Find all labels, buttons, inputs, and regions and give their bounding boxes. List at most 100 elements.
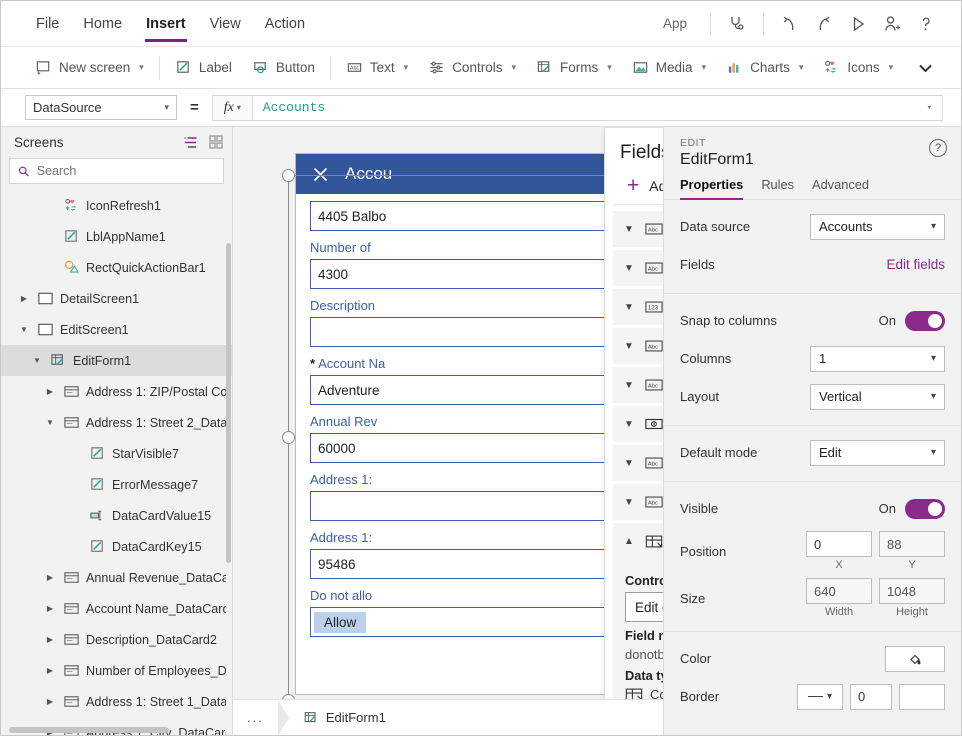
- formula-input[interactable]: Accounts ▾: [251, 94, 943, 121]
- tree-toggle[interactable]: ▶: [43, 635, 57, 644]
- tab-advanced[interactable]: Advanced: [812, 177, 869, 199]
- tree-node-address-1-zip-postal-code[interactable]: ▶ Address 1: ZIP/Postal Code_: [1, 376, 232, 407]
- tree-node-editscreen1[interactable]: ▼ EditScreen1: [1, 314, 232, 345]
- tree-toggle[interactable]: ▶: [43, 604, 57, 613]
- collapse-arrow-icon[interactable]: ▼: [33, 356, 41, 365]
- form-field-value[interactable]: 60000: [310, 433, 610, 463]
- color-picker-button[interactable]: [885, 645, 945, 672]
- fx-button[interactable]: fx ▾: [211, 94, 252, 121]
- tree-toggle[interactable]: ▶: [17, 294, 31, 303]
- menu-item-home[interactable]: Home: [72, 12, 133, 36]
- ribbon-label[interactable]: Label: [165, 55, 242, 80]
- tree-horizontal-scrollbar[interactable]: [9, 727, 169, 733]
- chevron-down-icon[interactable]: ▼: [624, 497, 636, 508]
- tree-toggle[interactable]: ▶: [43, 666, 57, 675]
- tree-toggle[interactable]: ▼: [43, 418, 57, 427]
- help-icon[interactable]: ?: [929, 139, 947, 157]
- close-icon[interactable]: [312, 166, 329, 183]
- chevron-down-icon[interactable]: ▼: [624, 302, 636, 313]
- expand-arrow-icon[interactable]: ▶: [47, 697, 53, 706]
- tree-node-description-datacard2[interactable]: ▶ Description_DataCard2: [1, 624, 232, 655]
- border-width-input[interactable]: 0: [850, 683, 892, 710]
- tree-node-number-of-employees-data[interactable]: ▶ Number of Employees_Data: [1, 655, 232, 686]
- add-field-button[interactable]: + Add field ⋯: [613, 170, 663, 205]
- ribbon-overflow[interactable]: [903, 58, 944, 78]
- tree-toggle[interactable]: ▶: [43, 387, 57, 396]
- field-item-description[interactable]: ▼AbcDescription: [613, 328, 663, 364]
- form-field-value[interactable]: 4300: [310, 259, 610, 289]
- border-style-select[interactable]: ▾: [797, 683, 843, 710]
- ribbon-button[interactable]: Button: [242, 55, 325, 80]
- tree-node-address-1-street-1-datacar[interactable]: ▶ Address 1: Street 1_DataCar: [1, 686, 232, 717]
- form-field-value[interactable]: 4405 Balbo: [310, 201, 610, 231]
- ribbon-new-screen[interactable]: New screen ▾: [25, 55, 154, 80]
- layout-select[interactable]: Vertical ▾: [810, 383, 945, 410]
- redo-icon[interactable]: [807, 9, 841, 39]
- resize-handle-middle-left[interactable]: [282, 431, 295, 444]
- tree-view-icon[interactable]: [183, 136, 198, 149]
- field-item-address-1-city[interactable]: ▼AbcAddress 1: City: [613, 211, 663, 247]
- field-item-do-not-allow-bulk-emails[interactable]: ▲Do not allow Bulk Emails⋯: [613, 523, 663, 559]
- chevron-down-icon[interactable]: ▼: [624, 458, 636, 469]
- expand-arrow-icon[interactable]: ▶: [47, 387, 53, 396]
- tab-rules[interactable]: Rules: [761, 177, 794, 199]
- property-select[interactable]: DataSource ▾: [25, 95, 177, 120]
- thumbnail-view-icon[interactable]: [209, 135, 223, 149]
- collapse-arrow-icon[interactable]: ▼: [20, 325, 28, 334]
- size-width-input[interactable]: 640: [806, 578, 872, 604]
- search-input[interactable]: [36, 164, 215, 178]
- expand-arrow-icon[interactable]: ▶: [47, 666, 53, 675]
- field-item-address-1-zip-postal-code[interactable]: ▼AbcAddress 1: ZIP/Postal Code: [613, 484, 663, 520]
- breadcrumb-editform1[interactable]: EditForm1: [289, 700, 400, 735]
- undo-icon[interactable]: [773, 9, 807, 39]
- tree-search[interactable]: [9, 158, 224, 184]
- tree-toggle[interactable]: ▼: [30, 356, 44, 365]
- field-item-annual-revenue[interactable]: ▼Annual Revenue: [613, 406, 663, 442]
- field-item-number-of-employees[interactable]: ▼123Number of Employees: [613, 289, 663, 325]
- snap-toggle[interactable]: [905, 310, 945, 331]
- chevron-down-icon[interactable]: ▼: [624, 380, 636, 391]
- form-option-set[interactable]: Allow: [310, 607, 610, 637]
- app-canvas[interactable]: Accou 4405 Balbo Number of 4300 Descript…: [233, 127, 663, 735]
- tree-toggle[interactable]: ▼: [17, 325, 31, 334]
- position-x-input[interactable]: 0: [806, 531, 872, 557]
- ribbon-forms[interactable]: Forms ▾: [526, 55, 622, 80]
- menu-item-action[interactable]: Action: [254, 12, 316, 36]
- collapse-arrow-icon[interactable]: ▼: [46, 418, 54, 427]
- play-icon[interactable]: [841, 9, 875, 39]
- chevron-down-icon[interactable]: ▾: [927, 103, 932, 113]
- resize-handle-top-left[interactable]: [282, 169, 295, 182]
- chevron-down-icon[interactable]: ▼: [624, 263, 636, 274]
- tree-node-account-name-datacard2[interactable]: ▶ Account Name_DataCard2: [1, 593, 232, 624]
- tree-node-datacardkey15[interactable]: DataCardKey15: [1, 531, 232, 562]
- expand-arrow-icon[interactable]: ▶: [47, 604, 53, 613]
- tree-node-starvisible7[interactable]: StarVisible7: [1, 438, 232, 469]
- help-icon[interactable]: [909, 9, 943, 39]
- field-item-address-1-street-1[interactable]: ▼AbcAddress 1: Street 1: [613, 250, 663, 286]
- field-item-address-1-street-2[interactable]: ▼AbcAddress 1: Street 2: [613, 445, 663, 481]
- ribbon-controls[interactable]: Controls ▾: [418, 55, 526, 80]
- ribbon-charts[interactable]: Charts ▾: [716, 55, 813, 80]
- menu-item-insert[interactable]: Insert: [135, 12, 197, 42]
- columns-select[interactable]: 1 ▾: [810, 345, 945, 372]
- chevron-down-icon[interactable]: ▼: [624, 224, 636, 235]
- edit-fields-link[interactable]: Edit fields: [886, 257, 945, 272]
- expand-arrow-icon[interactable]: ▶: [21, 294, 27, 303]
- field-item-account-name[interactable]: ▼AbcAccount Name: [613, 367, 663, 403]
- menu-item-view[interactable]: View: [199, 12, 252, 36]
- control-type-select[interactable]: Edit option set single-select▾: [625, 592, 663, 622]
- position-y-input[interactable]: 88: [879, 531, 945, 557]
- visible-toggle[interactable]: [905, 498, 945, 519]
- expand-arrow-icon[interactable]: ▶: [47, 635, 53, 644]
- tree-node-lblappname1[interactable]: LblAppName1: [1, 221, 232, 252]
- tree-toggle[interactable]: ▶: [43, 573, 57, 582]
- ribbon-icons[interactable]: Icons ▾: [813, 55, 903, 80]
- chevron-up-icon[interactable]: ▲: [624, 536, 636, 547]
- menu-item-file[interactable]: File: [25, 12, 70, 36]
- health-check-icon[interactable]: [720, 9, 754, 39]
- expand-arrow-icon[interactable]: ▶: [47, 573, 53, 582]
- border-color-swatch[interactable]: [899, 683, 945, 710]
- form-field-value[interactable]: [310, 317, 610, 347]
- tree-node-annual-revenue-datacard2[interactable]: ▶ Annual Revenue_DataCard2: [1, 562, 232, 593]
- default-mode-select[interactable]: Edit ▾: [810, 439, 945, 466]
